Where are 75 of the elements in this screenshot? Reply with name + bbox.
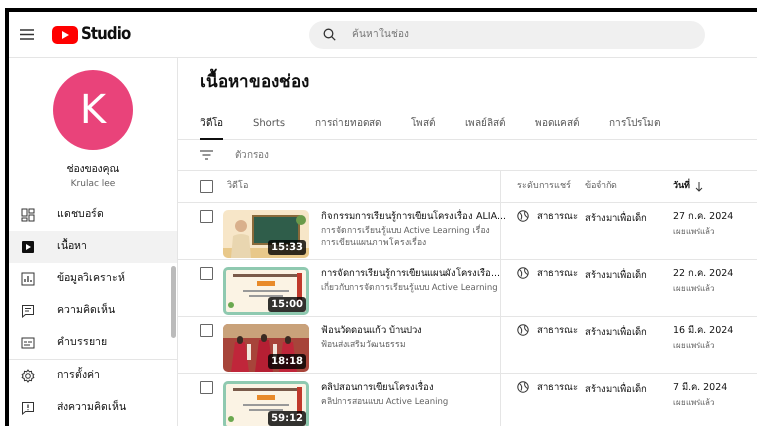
video-title[interactable]: การจัดการเรียนรู้การเขียนแผนผังโครงเรือ... bbox=[321, 267, 506, 282]
visibility-label[interactable]: สาธารณะ bbox=[537, 324, 578, 338]
row-checkbox[interactable] bbox=[200, 267, 213, 280]
tab[interactable]: พอดแคสต์ bbox=[535, 108, 580, 140]
globe-icon bbox=[517, 324, 529, 336]
menu-icon[interactable] bbox=[20, 29, 34, 40]
restriction-label: สร้างมาเพื่อเด็ก bbox=[585, 270, 647, 281]
sort-arrow-icon[interactable] bbox=[695, 182, 703, 192]
row-checkbox[interactable] bbox=[200, 210, 213, 223]
sidebar-item[interactable]: คำบรรยาย bbox=[9, 327, 177, 360]
duration-label: 18:18 bbox=[268, 354, 306, 369]
date-text: 27 ก.ค. 2024 bbox=[673, 210, 734, 224]
column-header: ระดับการแชร์ bbox=[517, 180, 571, 193]
chart-icon bbox=[21, 272, 35, 286]
settings-icon bbox=[21, 369, 35, 384]
sidebar-item[interactable]: แดชบอร์ด bbox=[9, 199, 177, 232]
logo-text: Studio bbox=[81, 22, 130, 46]
tab[interactable]: วิดีโอ bbox=[200, 108, 223, 140]
date-text: 7 มี.ค. 2024 bbox=[673, 381, 728, 395]
video-description: เกี่ยวกับการจัดการเรียนรู้แบบ Active Learning bbox=[321, 283, 499, 295]
duration-label: 59:12 bbox=[268, 411, 306, 426]
sidebar-item[interactable]: เนื้อหา bbox=[9, 231, 177, 264]
tab[interactable]: Shorts bbox=[253, 108, 286, 140]
restriction-label: สร้างมาเพื่อเด็ก bbox=[585, 327, 647, 338]
video-title[interactable]: คลิปสอนการเขียนโครงเรื่อง bbox=[321, 381, 506, 396]
dashboard-icon bbox=[21, 208, 35, 222]
sidebar-item[interactable]: ข้อมูลวิเคราะห์ bbox=[9, 263, 177, 296]
search-input[interactable]: ค้นหาในช่อง bbox=[350, 26, 680, 43]
globe-icon bbox=[517, 267, 529, 279]
tab[interactable]: เพลย์ลิสต์ bbox=[465, 108, 506, 140]
sidebar-item[interactable]: การตั้งค่า bbox=[9, 360, 177, 392]
video-title[interactable]: กิจกรรมการเรียนรู้การเขียนโครงเรื่อง ALIA... bbox=[321, 210, 506, 224]
restriction-label: สร้างมาเพื่อเด็ก bbox=[585, 213, 647, 224]
globe-icon bbox=[517, 381, 529, 393]
subtitles-icon bbox=[21, 336, 35, 350]
select-all-checkbox[interactable] bbox=[200, 180, 213, 193]
scrollbar[interactable] bbox=[171, 266, 176, 338]
play-icon bbox=[21, 240, 35, 254]
filter-icon[interactable] bbox=[200, 150, 213, 160]
sidebar-item[interactable]: ความคิดเห็น bbox=[9, 295, 177, 328]
video-description: คลิปการสอนแบบ Active Leaning bbox=[321, 397, 450, 409]
duration-label: 15:33 bbox=[268, 240, 306, 255]
status-text: เผยแพร่แล้ว bbox=[673, 226, 715, 238]
date-text: 16 มี.ค. 2024 bbox=[673, 324, 734, 338]
sidebar-item[interactable]: ส่งความคิดเห็น bbox=[9, 392, 177, 424]
visibility-label[interactable]: สาธารณะ bbox=[537, 210, 578, 224]
video-description: ฟ้อนส่งเสริมวัฒนธรรม bbox=[321, 340, 407, 352]
channel-handle: Krulac lee bbox=[70, 178, 116, 191]
globe-icon bbox=[517, 210, 529, 222]
duration-label: 15:00 bbox=[268, 297, 306, 312]
column-header: วิดีโอ bbox=[227, 180, 248, 193]
video-title[interactable]: ฟ้อนวัดดอนแก้ว บ้านปวง bbox=[321, 324, 506, 338]
visibility-label[interactable]: สาธารณะ bbox=[537, 381, 578, 396]
date-text: 22 ก.ค. 2024 bbox=[673, 267, 734, 281]
status-text: เผยแพร่แล้ว bbox=[673, 283, 715, 296]
comment-icon bbox=[21, 304, 35, 318]
status-text: เผยแพร่แล้ว bbox=[673, 397, 715, 410]
page-title: เนื้อหาของช่อง bbox=[178, 58, 757, 108]
channel-title: ช่องของคุณ bbox=[66, 162, 120, 177]
row-checkbox[interactable] bbox=[200, 324, 213, 337]
status-text: เผยแพร่แล้ว bbox=[673, 340, 715, 352]
row-checkbox[interactable] bbox=[200, 381, 213, 394]
play-logo-icon bbox=[52, 26, 78, 44]
tab[interactable]: การโปรโมต bbox=[609, 108, 660, 140]
video-description: การจัดการเรียนรู้แบบ Active Learning เรื่อง การเขียนแผนภาพโครงเรื่อง bbox=[321, 226, 490, 250]
column-header: ข้อจำกัด bbox=[585, 180, 617, 193]
column-header[interactable]: วันที่ bbox=[673, 180, 690, 194]
tab[interactable]: โพสต์ bbox=[411, 108, 436, 140]
tab[interactable]: การถ่ายทอดสด bbox=[315, 108, 382, 140]
visibility-label[interactable]: สาธารณะ bbox=[537, 267, 578, 282]
restriction-label: สร้างมาเพื่อเด็ก bbox=[585, 384, 647, 395]
avatar[interactable]: K bbox=[53, 70, 133, 150]
feedback-icon bbox=[21, 401, 35, 416]
search-icon bbox=[323, 28, 336, 41]
search-field[interactable]: ค้นหาในช่อง bbox=[309, 20, 706, 48]
